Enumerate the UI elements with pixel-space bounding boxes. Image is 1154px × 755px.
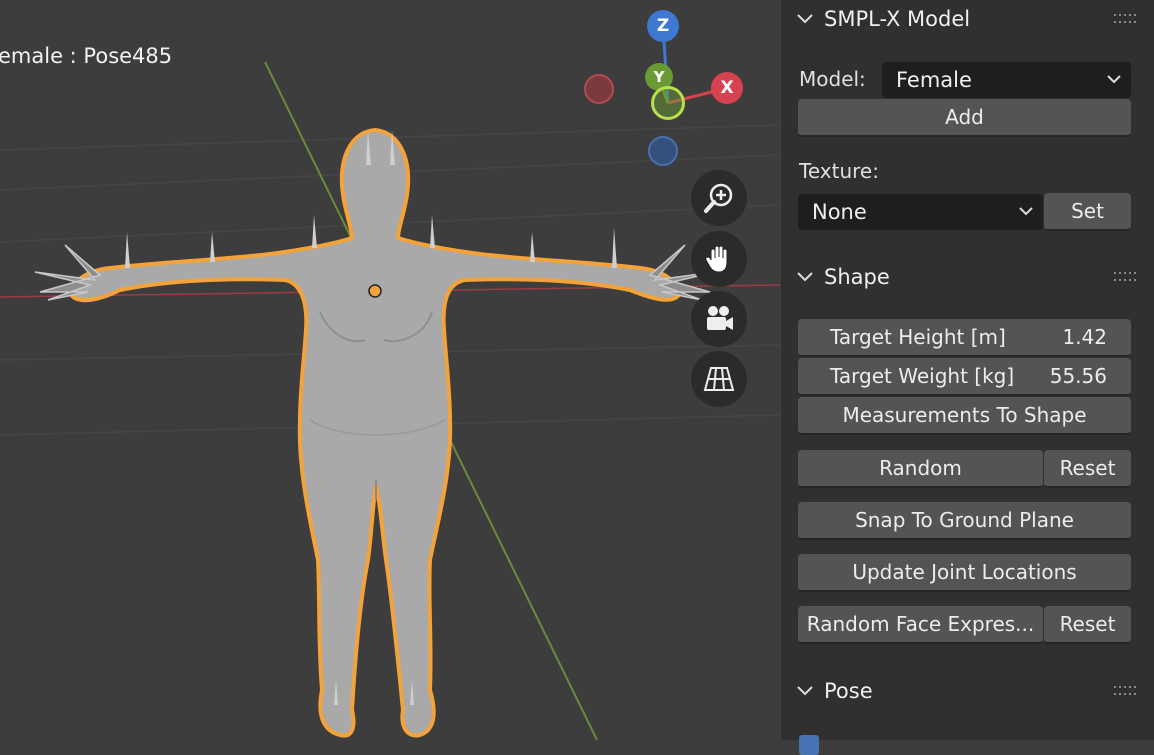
human-body-model[interactable] [34,127,716,738]
target-height-value: 1.42 [1062,325,1107,349]
gizmo-z-label: Z [656,16,670,36]
pose-checkbox[interactable] [799,735,819,755]
pose-title: Pose [824,679,873,703]
properties-panel: SMPL-X Model Model: Female Add Texture: … [781,0,1154,755]
texture-label: Texture: [799,159,879,183]
set-texture-button[interactable]: Set [1044,193,1131,231]
chevron-down-icon [797,272,813,282]
target-height-label: Target Height [m] [830,325,1006,349]
gizmo-x-button[interactable]: X [711,72,743,104]
hand-pan-icon [705,245,728,273]
texture-dropdown-value: None [812,200,867,224]
texture-dropdown[interactable]: None [798,194,1043,230]
gizmo-center[interactable] [651,86,685,120]
gizmo-x-label: X [720,78,734,98]
smplx-model-title: SMPL-X Model [824,7,971,31]
random-face-expression-button[interactable]: Random Face Expres... [798,606,1043,644]
target-weight-value: 55.56 [1049,364,1107,388]
model-dropdown[interactable]: Female [882,62,1131,98]
chevron-down-icon [797,14,813,24]
random-shape-button[interactable]: Random [798,450,1043,488]
measurements-to-shape-button[interactable]: Measurements To Shape [798,397,1131,435]
perspective-toggle-button[interactable] [691,351,747,407]
chevron-down-icon [1107,75,1121,84]
smplx-model-section-header[interactable]: SMPL-X Model [781,1,1154,37]
model-label: Model: [799,67,866,91]
pan-button[interactable] [691,231,747,287]
update-joint-locations-button[interactable]: Update Joint Locations [798,554,1131,592]
gizmo-z-button[interactable]: Z [647,10,679,42]
perspective-grid-icon [703,367,735,391]
reset-face-expression-button[interactable]: Reset [1044,606,1131,644]
drag-grip-icon[interactable] [1114,685,1136,697]
shape-title: Shape [824,265,890,289]
object-label: emale : Pose485 [0,44,173,68]
target-weight-label: Target Weight [kg] [830,364,1015,388]
gizmo-neg-x-button[interactable] [584,74,614,104]
gizmo-y-label: Y [653,68,665,86]
snap-to-ground-button[interactable]: Snap To Ground Plane [798,502,1131,540]
drag-grip-icon[interactable] [1114,271,1136,283]
zoom-icon [704,183,733,213]
shape-section-header[interactable]: Shape [781,259,1154,295]
gizmo-neg-z-button[interactable] [648,136,678,166]
drag-grip-icon[interactable] [1114,13,1136,25]
target-weight-field[interactable]: Target Weight [kg] 55.56 [798,358,1131,396]
3d-viewport[interactable]: emale : Pose485 Y Z X [0,0,780,740]
chevron-down-icon [1019,207,1033,216]
pose-section-header[interactable]: Pose [781,673,1154,709]
reset-shape-button[interactable]: Reset [1044,450,1131,488]
camera-icon [707,306,733,330]
camera-view-button[interactable] [691,291,747,347]
chevron-down-icon [797,686,813,696]
zoom-button[interactable] [691,170,747,226]
target-height-field[interactable]: Target Height [m] 1.42 [798,319,1131,357]
add-model-button[interactable]: Add [798,99,1131,137]
model-dropdown-value: Female [896,68,972,92]
